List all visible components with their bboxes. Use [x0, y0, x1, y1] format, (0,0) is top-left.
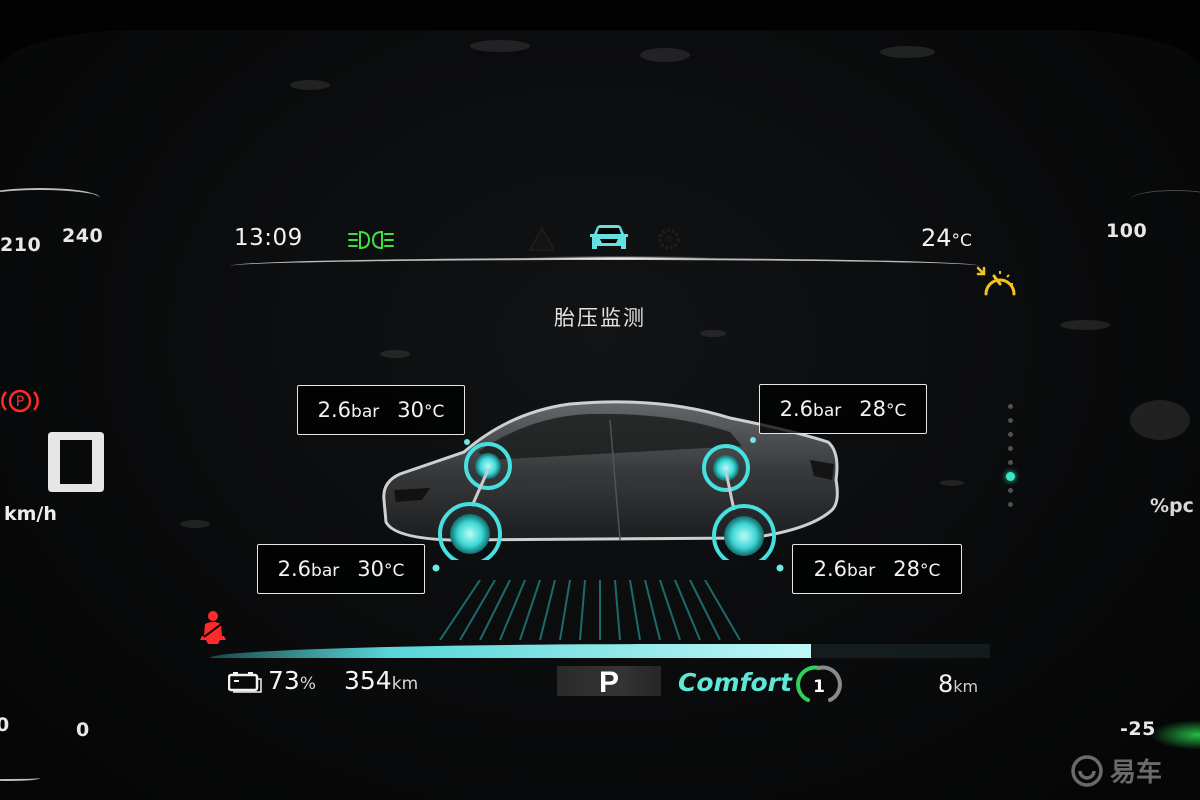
warning-triangle-icon	[528, 226, 556, 251]
header-arc-glow	[520, 256, 720, 260]
power-meter-tick: 100	[1106, 220, 1148, 242]
clock: 13:09	[234, 225, 303, 251]
progress-bar-fill	[210, 644, 811, 658]
regen-level-gauge: 1	[796, 665, 842, 702]
gear-indicator: P	[557, 666, 661, 699]
tire-temperature: 30°C	[397, 398, 445, 422]
regen-level-value: 1	[813, 677, 825, 697]
page-title: 胎压监测	[554, 306, 646, 330]
drive-mode-label: Comfort	[678, 668, 792, 697]
tire-pressure: 2.6bar	[277, 557, 340, 581]
seatbelt-warning-icon	[200, 611, 226, 644]
tire-info-front-left: 2.6bar 30°C	[297, 385, 465, 435]
progress-bar	[210, 644, 990, 658]
battery-status: 73%	[228, 666, 316, 706]
tire-pressure: 2.6bar	[813, 557, 876, 581]
battery-icon	[228, 672, 262, 693]
range-status: 354 km	[344, 666, 419, 695]
headlight-icon	[348, 230, 394, 250]
gear-settings-icon	[658, 228, 680, 250]
tire-pressure: 2.6bar	[779, 397, 842, 421]
tire-info-rear-right: 2.6bar 28°C	[792, 544, 962, 594]
speedometer-tick: 0	[76, 719, 90, 741]
power-scale-indicator	[1006, 472, 1015, 481]
power-meter-arc	[1130, 190, 1200, 210]
car-front-icon	[590, 225, 628, 249]
tire-temperature: 28°C	[859, 397, 907, 421]
speed-unit: km/h	[4, 503, 57, 525]
tire-info-front-right: 2.6bar 28°C	[759, 384, 927, 434]
watermark: 易车	[1070, 752, 1162, 789]
tire-temperature: 30°C	[357, 557, 405, 581]
watermark-logo-icon	[1071, 754, 1103, 787]
tire-pressure: 2.6bar	[317, 398, 380, 422]
power-unit: %pc	[1150, 495, 1194, 517]
speedometer-tick: 240	[62, 225, 104, 247]
outside-temperature: 24°C	[921, 224, 972, 252]
svg-text:P: P	[16, 394, 24, 410]
parking-brake-icon: P	[1, 389, 39, 413]
cruise-control-icon	[976, 266, 1016, 296]
trip-distance: 8km	[938, 670, 979, 698]
power-scale	[1006, 400, 1016, 540]
speed-digit-display	[48, 432, 104, 492]
speedometer-arc	[0, 188, 100, 208]
floor-grid	[439, 580, 741, 640]
tire-info-rear-left: 2.6bar 30°C	[257, 544, 425, 594]
tire-connector-dots	[432, 564, 784, 572]
power-meter-green-zone	[1150, 720, 1200, 750]
speedometer-tick: 210	[0, 234, 42, 256]
speedometer-tick: 0	[0, 714, 10, 736]
tire-temperature: 28°C	[893, 557, 941, 581]
